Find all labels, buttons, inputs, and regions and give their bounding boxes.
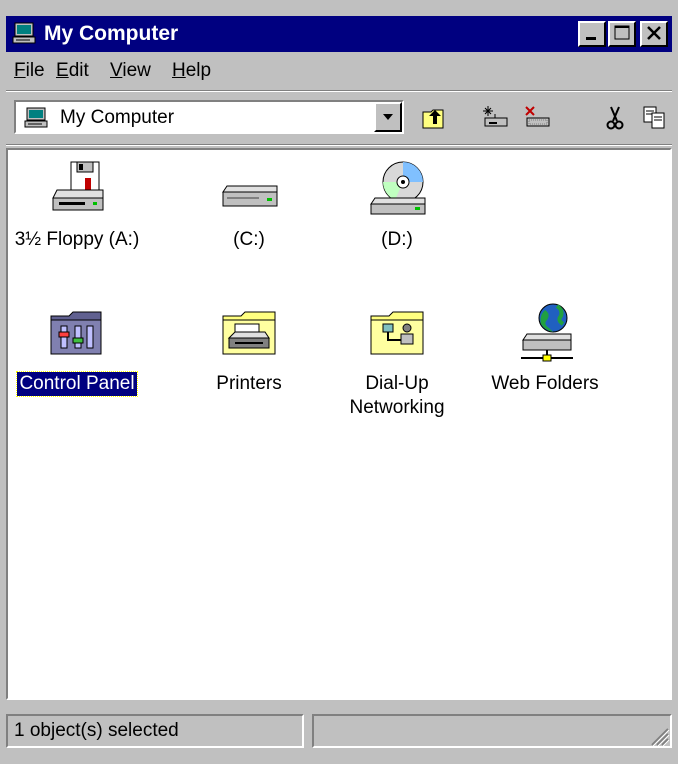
item-label: Web Folders bbox=[491, 373, 599, 394]
control-panel-icon bbox=[45, 302, 109, 366]
menu-separator bbox=[6, 90, 672, 92]
address-value: My Computer bbox=[60, 107, 175, 128]
resize-grip-icon[interactable] bbox=[648, 725, 670, 752]
my-computer-window: My Computer File Edit View Help My Compu… bbox=[0, 0, 678, 764]
control-panel-item[interactable]: Control Panel bbox=[2, 302, 152, 397]
toolbar-separator bbox=[6, 144, 672, 146]
menu-file[interactable]: File bbox=[14, 60, 45, 82]
status-panel-secondary bbox=[312, 714, 672, 748]
copy-icon bbox=[643, 106, 665, 129]
item-label: Dial-Up Networking bbox=[349, 373, 445, 418]
status-bar: 1 object(s) selected bbox=[6, 708, 672, 754]
map-drive-button[interactable] bbox=[476, 100, 514, 136]
computer-icon bbox=[24, 107, 50, 134]
floppy-drive-item[interactable]: 3½ Floppy (A:) bbox=[2, 158, 152, 252]
printers-item[interactable]: Printers bbox=[174, 302, 324, 396]
status-panel-main: 1 object(s) selected bbox=[6, 714, 304, 748]
copy-button[interactable] bbox=[636, 100, 674, 136]
scissors-icon bbox=[606, 106, 624, 130]
title-bar[interactable]: My Computer bbox=[6, 16, 672, 52]
cd-drive-item[interactable]: (D:) bbox=[322, 158, 472, 252]
disconnect-drive-icon bbox=[525, 106, 550, 127]
web-folders-icon bbox=[513, 302, 577, 366]
hard-drive-icon bbox=[217, 158, 281, 222]
item-label: 3½ Floppy (A:) bbox=[14, 229, 140, 250]
disconnect-drive-button[interactable] bbox=[518, 100, 556, 136]
address-combo[interactable]: My Computer bbox=[14, 100, 404, 134]
file-view[interactable]: 3½ Floppy (A:) (C:) (D:) Control Panel P… bbox=[6, 148, 672, 700]
hard-drive-item[interactable]: (C:) bbox=[174, 158, 324, 252]
minimize-button[interactable] bbox=[578, 21, 606, 47]
status-text: 1 object(s) selected bbox=[14, 720, 179, 741]
address-dropdown-button[interactable] bbox=[374, 102, 402, 132]
up-folder-button[interactable] bbox=[416, 100, 454, 136]
maximize-button[interactable] bbox=[608, 21, 636, 47]
toolbar: My Computer bbox=[6, 96, 672, 142]
item-label: Printers bbox=[216, 373, 282, 394]
menu-view[interactable]: View bbox=[110, 60, 151, 82]
window-title: My Computer bbox=[44, 22, 179, 45]
menu-help[interactable]: Help bbox=[172, 60, 211, 82]
menu-bar: File Edit View Help bbox=[6, 56, 672, 88]
printers-folder-icon bbox=[217, 302, 281, 366]
map-drive-icon bbox=[483, 106, 508, 127]
cut-button[interactable] bbox=[596, 100, 634, 136]
up-folder-icon bbox=[422, 109, 444, 129]
chevron-down-icon bbox=[383, 114, 393, 120]
item-label: (D:) bbox=[381, 229, 413, 250]
computer-icon bbox=[12, 22, 38, 51]
floppy-drive-icon bbox=[45, 158, 109, 222]
item-label: (C:) bbox=[233, 229, 265, 250]
close-button[interactable] bbox=[640, 21, 668, 47]
menu-edit[interactable]: Edit bbox=[56, 60, 89, 82]
cd-drive-icon bbox=[365, 158, 429, 222]
web-folders-item[interactable]: Web Folders bbox=[470, 302, 620, 396]
dialup-folder-icon bbox=[365, 302, 429, 366]
dialup-networking-item[interactable]: Dial-Up Networking bbox=[322, 302, 472, 420]
item-label: Control Panel bbox=[16, 371, 138, 397]
